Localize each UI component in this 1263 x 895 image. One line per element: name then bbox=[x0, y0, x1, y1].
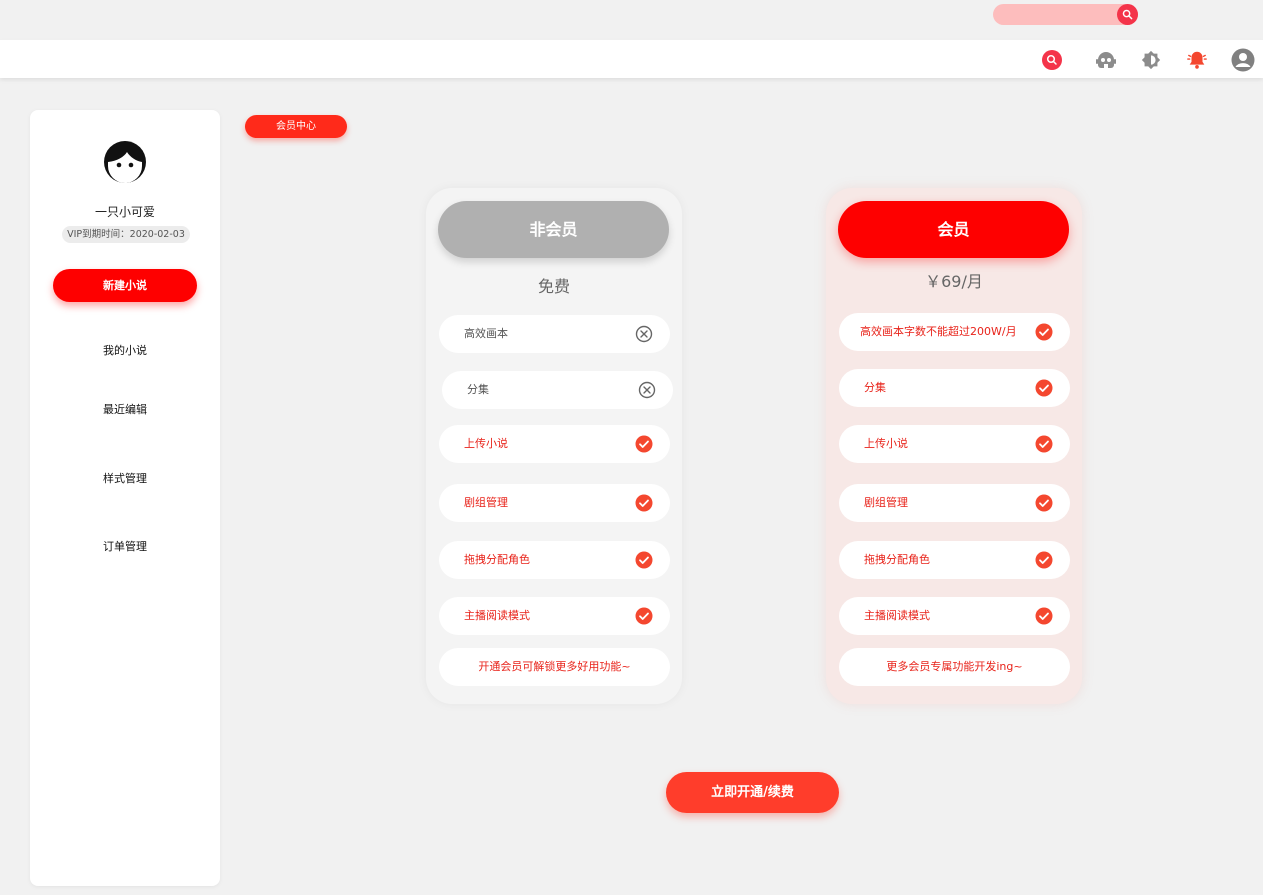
member-center-tag: 会员中心 bbox=[245, 115, 347, 138]
check-icon bbox=[635, 551, 653, 569]
feature-label: 上传小说 bbox=[464, 437, 508, 450]
check-icon bbox=[635, 435, 653, 453]
feature-label: 分集 bbox=[467, 383, 489, 396]
vip-plan-card: 会员 ￥69/月 高效画本字数不能超过200W/月 分集 上传小说 剧组管理 拖… bbox=[826, 188, 1082, 704]
check-icon bbox=[1035, 379, 1053, 397]
feature-label: 主播阅读模式 bbox=[864, 609, 930, 622]
feature-row: 拖拽分配角色 bbox=[839, 541, 1070, 579]
check-icon bbox=[1035, 435, 1053, 453]
avatar[interactable] bbox=[103, 140, 147, 184]
free-plan-price: 免费 bbox=[537, 277, 570, 296]
feature-row: 主播阅读模式 bbox=[439, 597, 670, 635]
feature-row: 分集 bbox=[839, 369, 1070, 407]
feature-row: 高效画本 bbox=[439, 315, 670, 353]
note-label: 更多会员专属功能开发ing~ bbox=[886, 660, 1023, 673]
search-icon[interactable] bbox=[1117, 4, 1138, 25]
sidebar: 一只小可爱 VIP到期时间：2020-02-03 新建小说 我的小说 最近编辑 … bbox=[30, 110, 220, 886]
user-icon[interactable] bbox=[1231, 48, 1255, 72]
check-icon bbox=[635, 607, 653, 625]
note-label: 开通会员可解锁更多好用功能~ bbox=[478, 660, 631, 673]
vip-plan-note: 更多会员专属功能开发ing~ bbox=[839, 648, 1070, 686]
feature-row: 上传小说 bbox=[439, 425, 670, 463]
header-bar bbox=[0, 40, 1263, 78]
sidebar-item-my-novels[interactable]: 我的小说 bbox=[30, 342, 220, 358]
top-search-input[interactable] bbox=[993, 4, 1138, 25]
bell-icon[interactable] bbox=[1185, 48, 1209, 72]
sidebar-item-style-management[interactable]: 样式管理 bbox=[30, 470, 220, 486]
username: 一只小可爱 bbox=[94, 205, 155, 219]
feature-row: 拖拽分配角色 bbox=[439, 541, 670, 579]
feature-label: 高效画本 bbox=[464, 327, 508, 340]
feature-row: 剧组管理 bbox=[439, 484, 670, 522]
check-icon bbox=[1035, 607, 1053, 625]
feature-row: 高效画本字数不能超过200W/月 bbox=[839, 313, 1070, 351]
check-icon bbox=[1035, 494, 1053, 512]
cross-icon bbox=[638, 381, 656, 399]
feature-label: 拖拽分配角色 bbox=[864, 553, 930, 566]
feature-label: 拖拽分配角色 bbox=[464, 553, 530, 566]
feature-row: 上传小说 bbox=[839, 425, 1070, 463]
new-novel-button[interactable]: 新建小说 bbox=[53, 269, 197, 302]
search-icon[interactable] bbox=[1040, 48, 1064, 72]
robot-icon[interactable] bbox=[1094, 48, 1118, 72]
vip-expiry-badge: VIP到期时间：2020-02-03 bbox=[62, 226, 190, 243]
feature-label: 上传小说 bbox=[864, 437, 908, 450]
sidebar-item-recent-edits[interactable]: 最近编辑 bbox=[30, 401, 220, 417]
free-plan-note: 开通会员可解锁更多好用功能~ bbox=[439, 648, 670, 686]
feature-row: 剧组管理 bbox=[839, 484, 1070, 522]
vip-plan-title[interactable]: 会员 bbox=[838, 201, 1069, 258]
check-icon bbox=[1035, 551, 1053, 569]
free-plan-title[interactable]: 非会员 bbox=[438, 201, 669, 258]
feature-label: 剧组管理 bbox=[464, 496, 508, 509]
cross-icon bbox=[635, 325, 653, 343]
subscribe-renew-button[interactable]: 立即开通/续费 bbox=[666, 772, 839, 813]
feature-label: 剧组管理 bbox=[864, 496, 908, 509]
feature-label: 高效画本字数不能超过200W/月 bbox=[860, 325, 1017, 338]
feature-label: 主播阅读模式 bbox=[464, 609, 530, 622]
check-icon bbox=[635, 494, 653, 512]
free-plan-card: 非会员 免费 高效画本 分集 上传小说 剧组管理 拖拽分配角色 主播阅读模式 开… bbox=[426, 188, 682, 704]
feature-row: 分集 bbox=[442, 371, 673, 409]
sidebar-item-order-management[interactable]: 订单管理 bbox=[30, 538, 220, 554]
theme-icon[interactable] bbox=[1139, 48, 1163, 72]
check-icon bbox=[1035, 323, 1053, 341]
feature-row: 主播阅读模式 bbox=[839, 597, 1070, 635]
feature-label: 分集 bbox=[864, 381, 886, 394]
vip-plan-price: ￥69/月 bbox=[925, 272, 983, 291]
